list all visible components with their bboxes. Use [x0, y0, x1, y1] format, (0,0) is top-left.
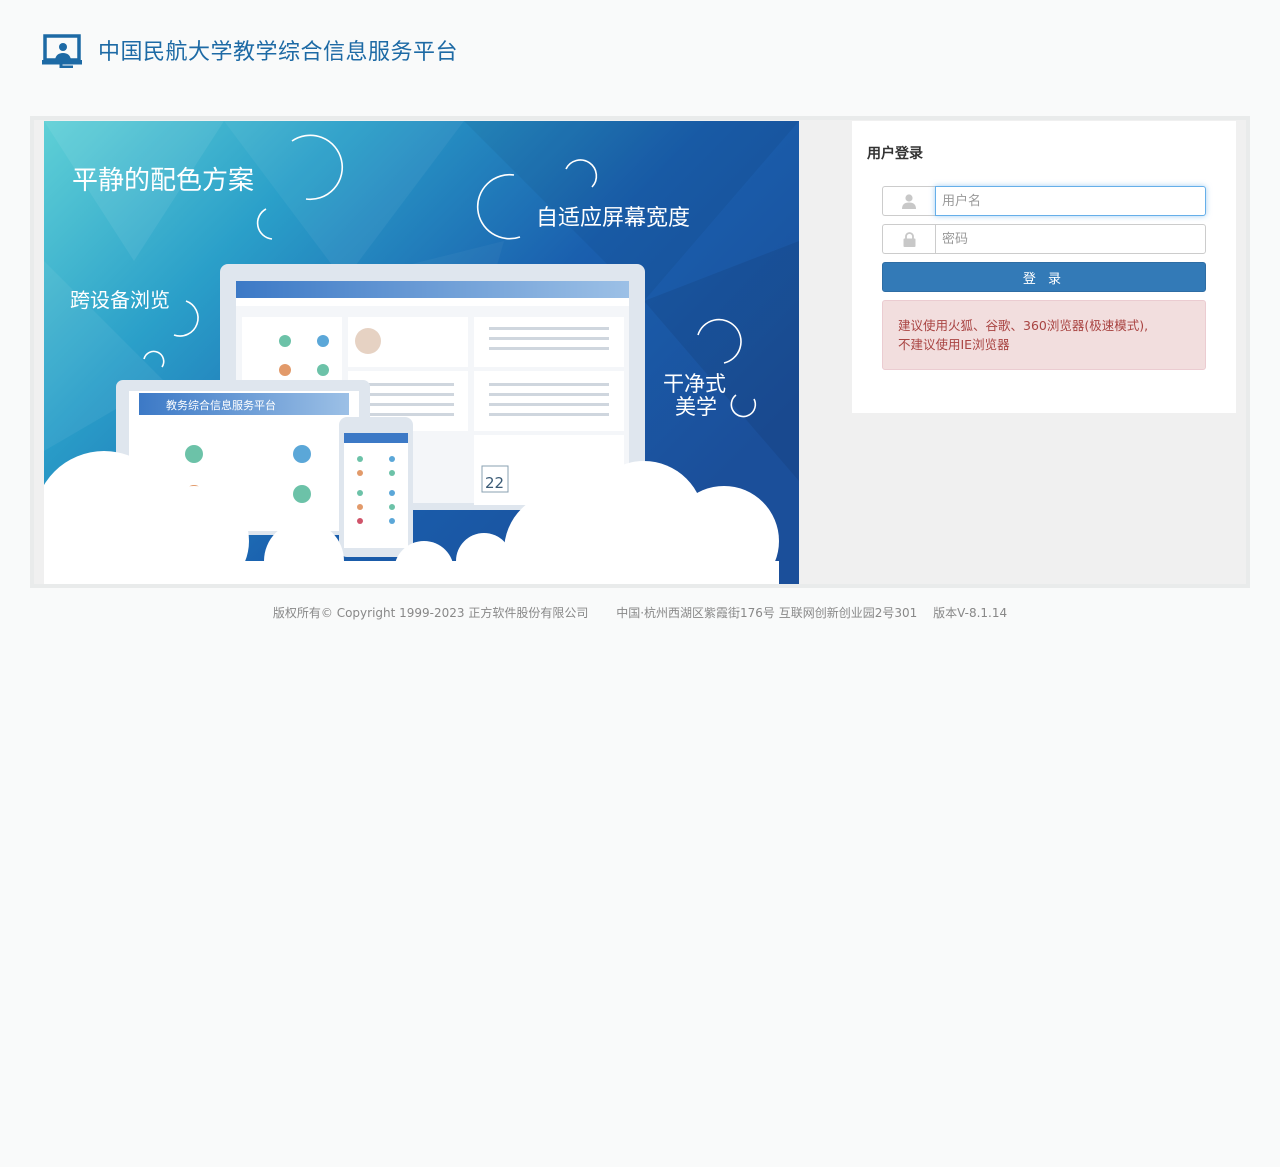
browser-notice-line1: 建议使用火狐、谷歌、360浏览器(极速模式), [898, 318, 1149, 333]
browser-notice: 建议使用火狐、谷歌、360浏览器(极速模式), 不建议使用IE浏览器 [882, 300, 1206, 370]
page-header: 中国民航大学教学综合信息服务平台 [42, 30, 458, 70]
feature-banner: 平静的配色方案 自适应屏幕宽度 跨设备浏览 干净式 美学 22 教务综合信息服务… [44, 121, 799, 584]
slogan-clean-line1: 干净式 [663, 372, 726, 396]
footer-address: 中国·杭州西湖区紫霞街176号 互联网创新创业园2号301 [616, 606, 918, 620]
username-input[interactable] [935, 186, 1206, 216]
site-title: 中国民航大学教学综合信息服务平台 [98, 40, 459, 65]
slogan-palette: 平静的配色方案 [72, 166, 254, 196]
slogan-cross-device: 跨设备浏览 [70, 288, 170, 312]
username-group [882, 186, 1206, 216]
browser-notice-line2: 不建议使用IE浏览器 [898, 337, 1010, 352]
login-panel: 用户登录 登 录 建议使用火狐、谷歌、360浏览器(极速模式), [852, 121, 1236, 413]
phone-mockup [339, 417, 413, 557]
mock-platform-title: 教务综合信息服务平台 [166, 398, 276, 412]
slogan-clean-line2: 美学 [675, 395, 717, 419]
page-footer: 版权所有© Copyright 1999-2023 正方软件股份有限公司 中国·… [0, 604, 1280, 621]
platform-logo-icon [42, 34, 82, 68]
login-title: 用户登录 [867, 146, 923, 162]
footer-version: 版本V-8.1.14 [933, 606, 1008, 620]
lock-icon [882, 224, 935, 254]
login-button[interactable]: 登 录 [882, 262, 1206, 292]
password-input[interactable] [935, 224, 1206, 254]
user-icon [882, 186, 935, 216]
slogan-responsive: 自适应屏幕宽度 [536, 206, 690, 231]
main-frame: 平静的配色方案 自适应屏幕宽度 跨设备浏览 干净式 美学 22 教务综合信息服务… [30, 116, 1250, 588]
footer-copyright: 版权所有© Copyright 1999-2023 正方软件股份有限公司 [272, 606, 589, 620]
password-group [882, 224, 1206, 254]
mock-calendar-day: 22 [485, 474, 504, 492]
